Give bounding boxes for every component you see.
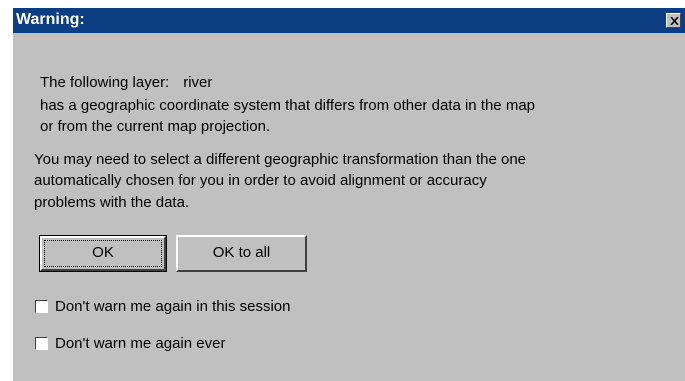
close-button[interactable] [666, 13, 681, 28]
checkbox-session-label[interactable]: Don't warn me again in this session [55, 298, 290, 316]
warning-dialog: Warning: The following layer: river has a… [13, 8, 685, 381]
dialog-title: Warning: [16, 11, 85, 28]
advice-line-3: problems with the data. [34, 194, 190, 211]
title-bar[interactable]: Warning: [13, 8, 685, 33]
message-line-2: or from the current map projection. [40, 118, 271, 135]
checkbox-session[interactable] [35, 300, 48, 313]
advice-line-2: automatically chosen for you in order to… [34, 172, 487, 189]
layer-line: The following layer: river [40, 74, 212, 92]
ok-button-label: OK [92, 244, 114, 261]
layer-name: river [183, 74, 213, 91]
ok-to-all-button-label: OK to all [212, 244, 271, 261]
ok-button[interactable]: OK [39, 235, 167, 272]
message-line-1: has a geographic coordinate system that … [40, 97, 535, 114]
ok-to-all-button[interactable]: OK to all [176, 235, 307, 272]
checkbox-ever[interactable] [35, 337, 48, 350]
close-icon [670, 17, 679, 25]
checkbox-ever-label[interactable]: Don't warn me again ever [55, 335, 225, 353]
layer-prefix: The following layer: [40, 74, 170, 91]
advice-line-1: You may need to select a different geogr… [34, 151, 526, 168]
